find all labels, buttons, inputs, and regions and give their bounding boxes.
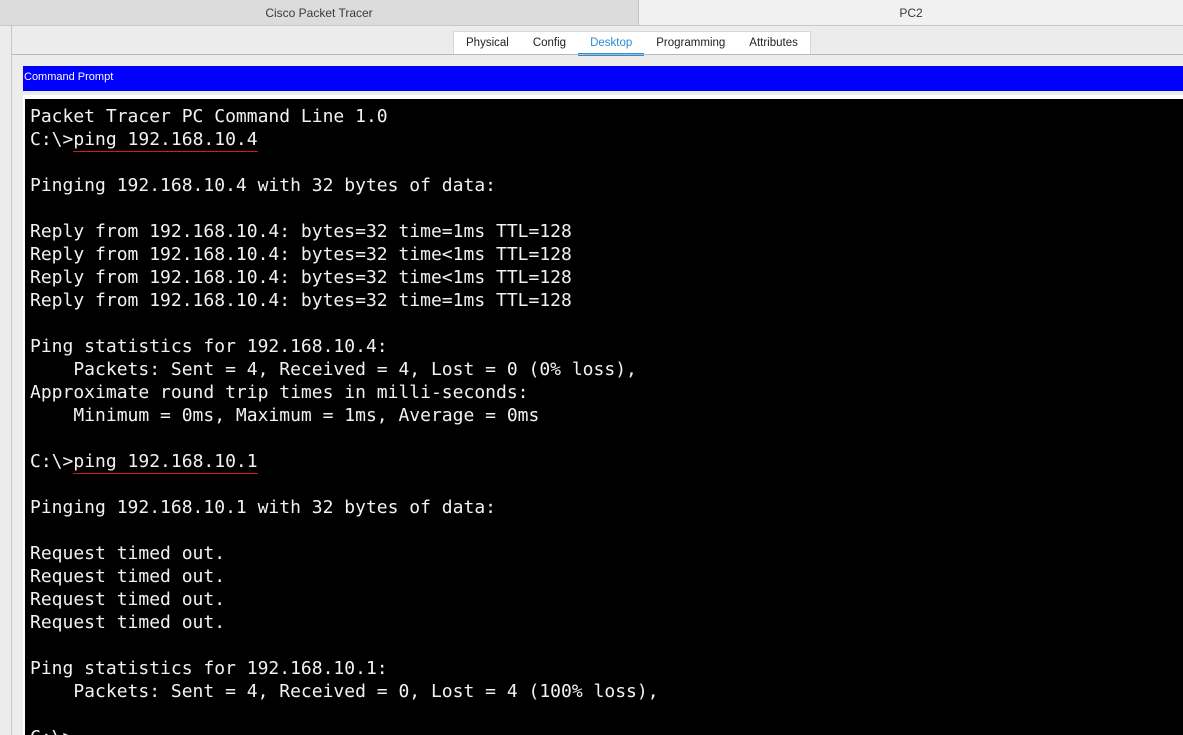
- output-line: Pinging 192.168.10.4 with 32 bytes of da…: [30, 175, 496, 196]
- tab-physical[interactable]: Physical: [454, 32, 521, 55]
- tab-programming[interactable]: Programming: [644, 32, 737, 55]
- output-line: Request timed out.: [30, 566, 226, 587]
- output-line: Packets: Sent = 4, Received = 0, Lost = …: [30, 681, 659, 702]
- device-tabs: Physical Config Desktop Programming Attr…: [453, 31, 811, 56]
- output-line: Request timed out.: [30, 589, 226, 610]
- output-line: Ping statistics for 192.168.10.1:: [30, 658, 388, 679]
- typed-command: ping 192.168.10.4: [73, 129, 258, 152]
- typed-command: ping 192.168.10.1: [73, 451, 258, 474]
- title-bar: Cisco Packet Tracer PC2: [0, 0, 1183, 26]
- output-line: Pinging 192.168.10.1 with 32 bytes of da…: [30, 497, 496, 518]
- tab-desktop[interactable]: Desktop: [578, 32, 645, 56]
- command-prompt-frame: Packet Tracer PC Command Line 1.0 C:\>pin…: [23, 95, 1183, 735]
- output-line: Reply from 192.168.10.4: bytes=32 time=1…: [30, 221, 572, 242]
- terminal-output: Packet Tracer PC Command Line 1.0 C:\>pin…: [25, 99, 1183, 735]
- tab-attributes[interactable]: Attributes: [737, 32, 810, 55]
- command-line: C:\>ping 192.168.10.4: [30, 128, 1183, 152]
- output-line: Ping statistics for 192.168.10.4:: [30, 336, 388, 357]
- output-line: Request timed out.: [30, 612, 226, 633]
- prompt-line: C:\>: [30, 726, 1183, 735]
- output-line: Reply from 192.168.10.4: bytes=32 time<1…: [30, 267, 572, 288]
- output-line: Request timed out.: [30, 543, 226, 564]
- output-line: Approximate round trip times in milli-se…: [30, 382, 529, 403]
- prompt: C:\>: [30, 129, 74, 150]
- device-window: Physical Config Desktop Programming Attr…: [11, 26, 1183, 735]
- command-prompt-title-bar: Command Prompt: [23, 66, 1183, 91]
- tab-config[interactable]: Config: [521, 32, 578, 55]
- command-line: C:\>ping 192.168.10.1: [30, 450, 1183, 474]
- app-title: Cisco Packet Tracer: [0, 0, 639, 25]
- output-line: Packets: Sent = 4, Received = 4, Lost = …: [30, 359, 637, 380]
- output-line: Packet Tracer PC Command Line 1.0: [30, 106, 388, 127]
- output-line: Reply from 192.168.10.4: bytes=32 time<1…: [30, 244, 572, 265]
- terminal[interactable]: Packet Tracer PC Command Line 1.0 C:\>pin…: [25, 99, 1183, 735]
- output-line: Reply from 192.168.10.4: bytes=32 time=1…: [30, 290, 572, 311]
- tab-divider: [12, 54, 1183, 55]
- prompt: C:\>: [30, 451, 74, 472]
- device-title: PC2: [639, 0, 1183, 25]
- output-line: Minimum = 0ms, Maximum = 1ms, Average = …: [30, 405, 540, 426]
